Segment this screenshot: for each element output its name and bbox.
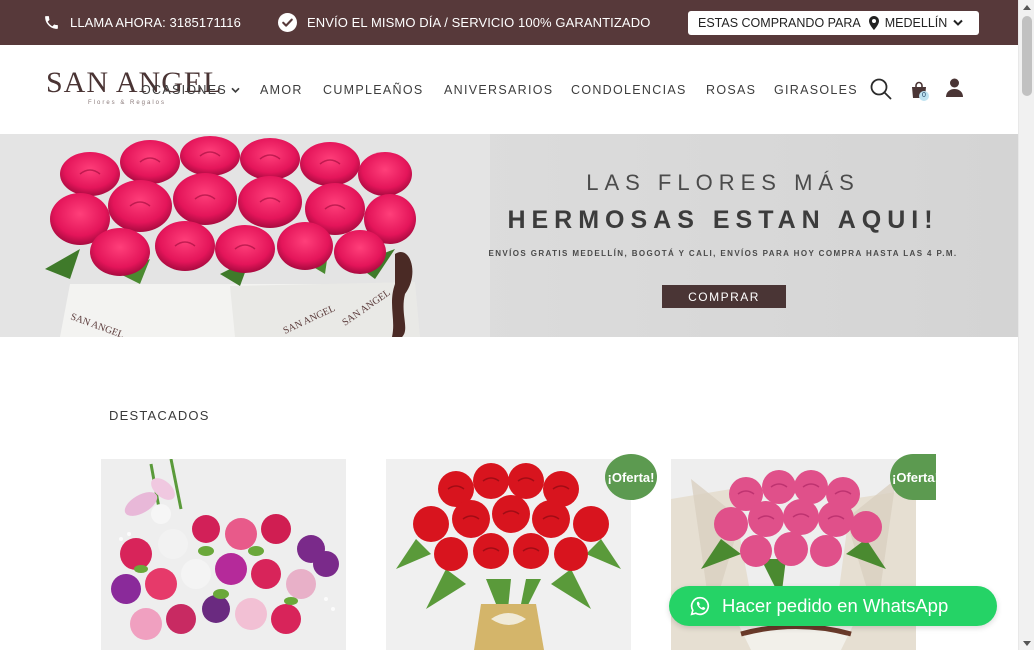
nav-label: ROSAS	[706, 83, 757, 97]
page-scrollbar[interactable]	[1018, 0, 1034, 650]
whatsapp-label: Hacer pedido en WhatsApp	[722, 595, 949, 616]
banner-subtext: ENVÍOS GRATIS MEDELLÍN, BOGOTÁ Y CALI, E…	[488, 249, 958, 258]
nav-item-amor[interactable]: AMOR	[260, 83, 303, 97]
nav-item-rosas[interactable]: ROSAS	[706, 83, 756, 97]
scroll-down-arrow-icon[interactable]	[1019, 636, 1034, 650]
banner-heading-line2: HERMOSAS ESTAN AQUI!	[507, 206, 939, 234]
featured-section-title: DESTACADOS	[109, 408, 210, 423]
nav-item-cumpleanos[interactable]: CUMPLEAÑOS	[323, 83, 424, 97]
search-icon[interactable]	[870, 78, 892, 100]
phone-label: LLAMA AHORA: 3185171116	[70, 15, 241, 30]
hero-banner[interactable]: SAN ANGEL SAN ANGEL SAN ANGEL LAS FLORES…	[0, 134, 1018, 337]
buy-button[interactable]: COMPRAR	[662, 285, 786, 308]
check-circle-icon	[278, 13, 297, 32]
scroll-up-arrow-icon[interactable]	[1019, 0, 1034, 14]
product-card[interactable]	[386, 459, 631, 650]
shipping-notice: ENVÍO EL MISMO DÍA / SERVICIO 100% GARAN…	[278, 0, 650, 45]
scrollbar-thumb[interactable]	[1022, 16, 1032, 96]
cart-count-badge: 0	[919, 91, 929, 101]
nav-item-aniversarios[interactable]: ANIVERSARIOS	[444, 83, 553, 97]
whatsapp-icon	[690, 596, 710, 616]
cart-icon[interactable]: 0	[910, 79, 929, 101]
main-nav: OCASIONES AMOR CUMPLEAÑOS ANIVERSARIOS C…	[0, 45, 1018, 134]
nav-label: AMOR	[260, 83, 303, 97]
nav-label: OCASIONES	[141, 83, 228, 97]
top-bar: LLAMA AHORA: 3185171116 ENVÍO EL MISMO D…	[0, 0, 1018, 45]
site-header: SAN ANGEL Flores & Regalos OCASIONES AMO…	[0, 45, 1018, 134]
rose-box-image: SAN ANGEL SAN ANGEL SAN ANGEL	[0, 134, 490, 337]
map-pin-icon	[868, 16, 879, 30]
product-image-red-roses-vase	[386, 459, 631, 650]
banner-heading-line1: LAS FLORES MÁS	[586, 170, 860, 195]
call-now[interactable]: LLAMA AHORA: 3185171116	[43, 0, 241, 45]
user-icon[interactable]	[946, 78, 963, 97]
nav-label: GIRASOLES	[774, 83, 858, 97]
nav-label: ANIVERSARIOS	[444, 83, 554, 97]
nav-label: CONDOLENCIAS	[571, 83, 687, 97]
whatsapp-order-button[interactable]: Hacer pedido en WhatsApp	[669, 586, 997, 626]
city-value: MEDELLÍN	[884, 16, 948, 30]
phone-icon	[43, 14, 60, 31]
product-image-mixed-bouquet	[101, 459, 346, 650]
city-prefix: ESTAS COMPRANDO PARA	[698, 16, 861, 30]
nav-item-girasoles[interactable]: GIRASOLES	[774, 83, 858, 97]
nav-label: CUMPLEAÑOS	[323, 83, 424, 97]
sale-badge: ¡Oferta!	[605, 454, 657, 500]
chevron-down-icon	[231, 87, 240, 94]
product-card[interactable]	[101, 459, 346, 650]
nav-item-condolencias[interactable]: CONDOLENCIAS	[571, 83, 687, 97]
city-selector[interactable]: ESTAS COMPRANDO PARA MEDELLÍN	[688, 11, 979, 35]
sale-badge: ¡Oferta!	[890, 454, 936, 500]
nav-item-ocasiones[interactable]: OCASIONES	[141, 83, 240, 97]
chevron-down-icon	[953, 19, 964, 27]
shipping-label: ENVÍO EL MISMO DÍA / SERVICIO 100% GARAN…	[307, 15, 651, 30]
